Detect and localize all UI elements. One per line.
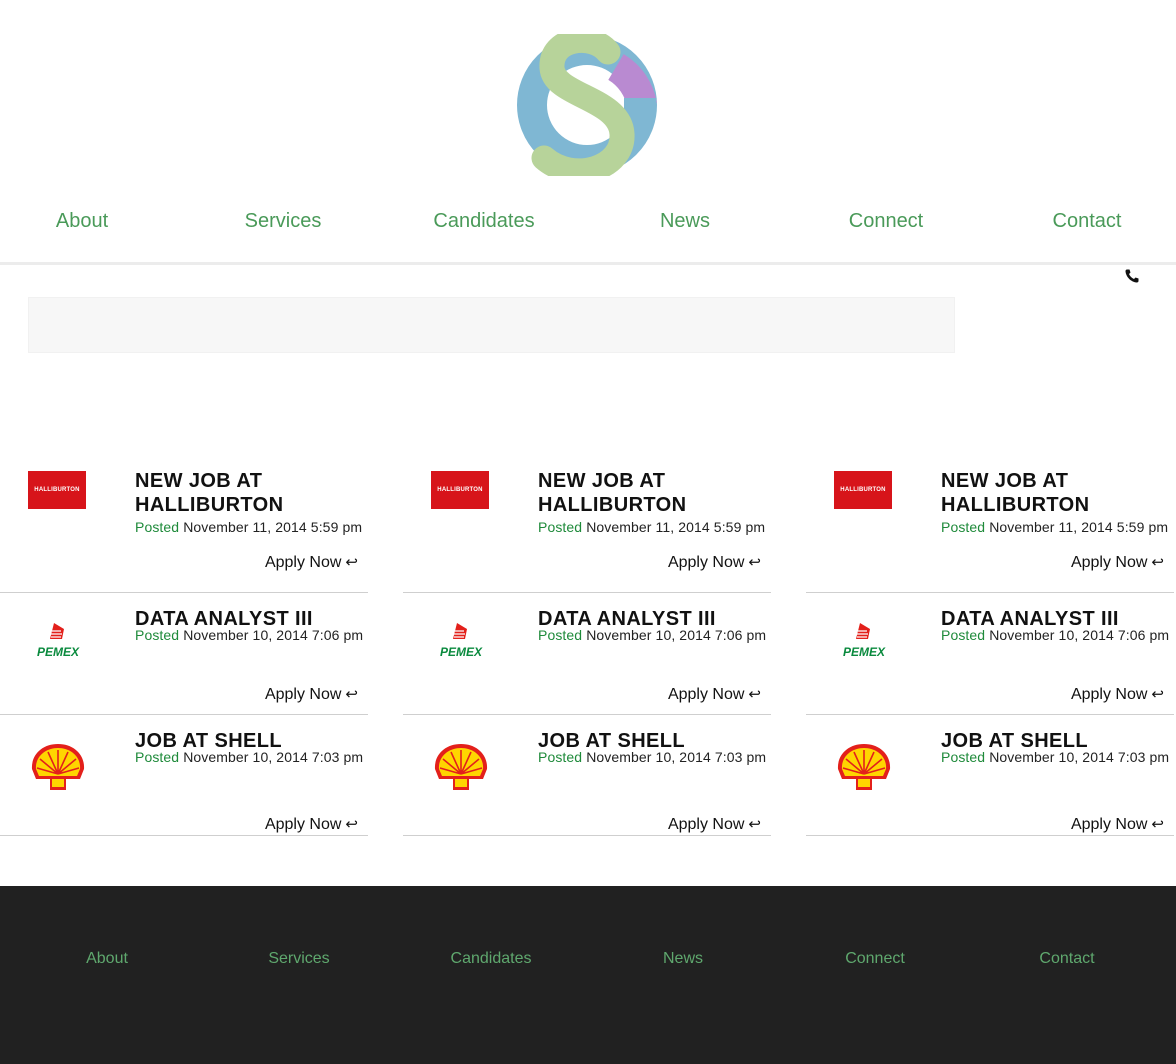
return-arrow-icon: ↩ [1151,816,1164,833]
job-meta: Posted November 10, 2014 7:06 pm [135,627,363,643]
svg-text:PEMEX: PEMEX [37,645,80,659]
footer: About Services Candidates News Connect C… [0,886,1176,1064]
return-arrow-icon: ↩ [748,554,761,571]
apply-now-label: Apply Now [1070,686,1148,703]
posted-label: Posted [538,749,583,765]
halliburton-logo: HALLIBURTON [834,471,892,509]
job-column: HALLIBURTON New Job at Halliburton Posted … [806,455,1174,836]
apply-now-button[interactable]: Apply Now ↩ [668,685,761,704]
job-date: November 11, 2014 5:59 pm [586,519,766,535]
footer-candidates[interactable]: Candidates [451,950,532,968]
nav-contact[interactable]: Contact [1053,210,1122,233]
apply-now-label: Apply Now [667,816,745,833]
posted-label: Posted [941,519,986,535]
apply-now-button[interactable]: Apply Now ↩ [1071,685,1164,704]
nav-about[interactable]: About [56,210,108,233]
job-column: HALLIBURTON New Job at Halliburton Posted … [403,455,771,836]
job-date: November 11, 2014 5:59 pm [183,519,363,535]
svg-text:PEMEX: PEMEX [440,645,483,659]
return-arrow-icon: ↩ [345,816,358,833]
job-listing: HALLIBURTON New Job at Halliburton Posted … [806,455,1174,593]
footer-services[interactable]: Services [268,950,329,968]
job-title[interactable]: New Job at Halliburton [135,469,367,517]
job-listing: PEMEX Data Analyst III Posted November 10,… [403,593,771,715]
nav-candidates[interactable]: Candidates [433,210,534,233]
apply-now-label: Apply Now [1070,816,1148,833]
apply-now-button[interactable]: Apply Now ↩ [265,553,358,572]
pemex-logo: PEMEX [843,623,886,659]
footer-connect[interactable]: Connect [845,950,905,968]
apply-now-button[interactable]: Apply Now ↩ [1071,815,1164,834]
posted-label: Posted [941,627,986,643]
site-logo[interactable] [516,34,658,176]
apply-now-label: Apply Now [667,554,745,571]
job-column: HALLIBURTON New Job at Halliburton Posted … [0,455,368,836]
job-date: November 10, 2014 7:06 pm [989,627,1170,643]
return-arrow-icon: ↩ [345,554,358,571]
job-title[interactable]: New Job at Halliburton [941,469,1173,517]
shell-logo [837,744,891,790]
posted-label: Posted [135,749,180,765]
phone-icon[interactable] [1124,268,1140,284]
job-listing: Job at Shell Posted November 10, 2014 7:0… [0,715,368,836]
halliburton-logo: HALLIBURTON [28,471,86,509]
footer-contact[interactable]: Contact [1039,950,1094,968]
return-arrow-icon: ↩ [748,816,761,833]
job-date: November 10, 2014 7:03 pm [183,749,364,765]
posted-label: Posted [941,749,986,765]
return-arrow-icon: ↩ [1151,554,1164,571]
job-meta: Posted November 11, 2014 5:59 pm [941,519,1168,535]
apply-now-label: Apply Now [264,554,342,571]
nav-news[interactable]: News [660,210,710,233]
job-meta: Posted November 10, 2014 7:06 pm [941,627,1169,643]
posted-label: Posted [135,519,180,535]
footer-about[interactable]: About [86,950,128,968]
job-listing: Job at Shell Posted November 10, 2014 7:0… [806,715,1174,836]
job-date: November 10, 2014 7:06 pm [586,627,767,643]
job-meta: Posted November 10, 2014 7:03 pm [538,749,766,765]
apply-now-button[interactable]: Apply Now ↩ [1071,553,1164,572]
job-meta: Posted November 10, 2014 7:03 pm [941,749,1169,765]
posted-label: Posted [135,627,180,643]
main-nav: About Services Candidates News Connect C… [0,210,1176,244]
pemex-logo: PEMEX [440,623,483,659]
job-date: November 10, 2014 7:03 pm [989,749,1170,765]
job-date: November 10, 2014 7:06 pm [183,627,364,643]
shell-logo [31,744,85,790]
return-arrow-icon: ↩ [345,686,358,703]
apply-now-button[interactable]: Apply Now ↩ [668,553,761,572]
job-date: November 10, 2014 7:03 pm [586,749,767,765]
apply-now-label: Apply Now [1070,554,1148,571]
apply-now-label: Apply Now [264,686,342,703]
return-arrow-icon: ↩ [748,686,761,703]
posted-label: Posted [538,627,583,643]
nav-services[interactable]: Services [245,210,322,233]
pemex-logo: PEMEX [37,623,80,659]
search-bar[interactable] [28,297,955,353]
apply-now-button[interactable]: Apply Now ↩ [265,685,358,704]
job-listing: PEMEX Data Analyst III Posted November 10,… [0,593,368,715]
shell-logo [434,744,488,790]
apply-now-button[interactable]: Apply Now ↩ [265,815,358,834]
apply-now-button[interactable]: Apply Now ↩ [668,815,761,834]
job-meta: Posted November 10, 2014 7:06 pm [538,627,766,643]
return-arrow-icon: ↩ [1151,686,1164,703]
svg-text:PEMEX: PEMEX [843,645,886,659]
job-listing: HALLIBURTON New Job at Halliburton Posted … [0,455,368,593]
apply-now-label: Apply Now [667,686,745,703]
posted-label: Posted [538,519,583,535]
apply-now-label: Apply Now [264,816,342,833]
job-listing: HALLIBURTON New Job at Halliburton Posted … [403,455,771,593]
job-meta: Posted November 11, 2014 5:59 pm [135,519,362,535]
job-title[interactable]: New Job at Halliburton [538,469,770,517]
footer-news[interactable]: News [663,950,703,968]
job-listing: Job at Shell Posted November 10, 2014 7:0… [403,715,771,836]
job-date: November 11, 2014 5:59 pm [989,519,1169,535]
halliburton-logo: HALLIBURTON [431,471,489,509]
nav-connect[interactable]: Connect [849,210,924,233]
job-meta: Posted November 11, 2014 5:59 pm [538,519,765,535]
job-listing: PEMEX Data Analyst III Posted November 10,… [806,593,1174,715]
nav-divider [0,262,1176,265]
job-meta: Posted November 10, 2014 7:03 pm [135,749,363,765]
